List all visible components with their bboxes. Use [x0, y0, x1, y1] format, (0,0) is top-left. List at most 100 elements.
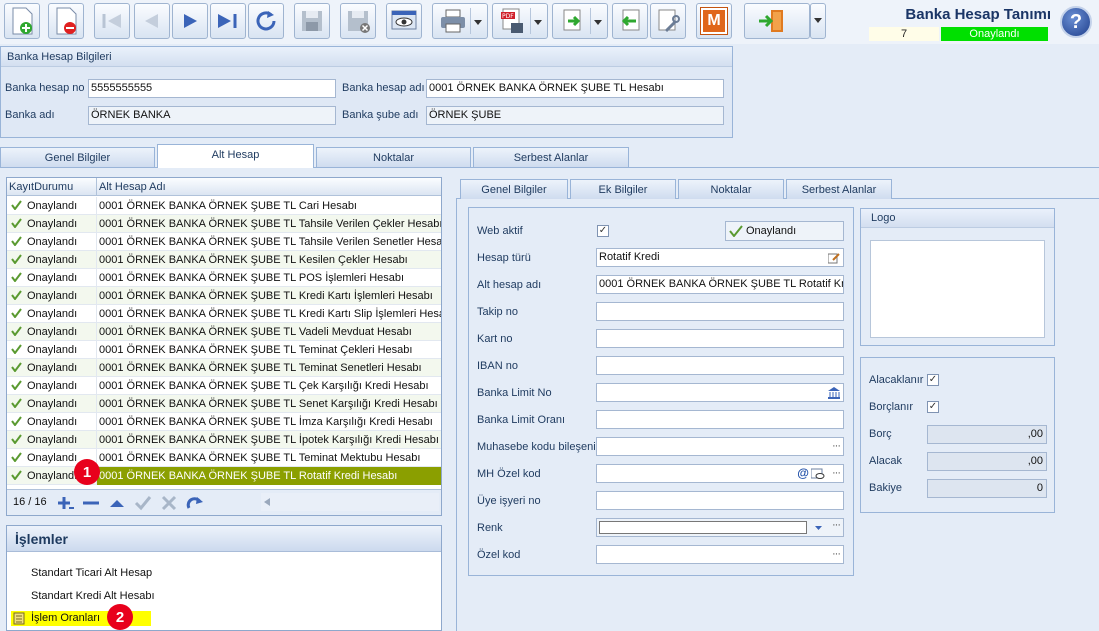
- bank-icon[interactable]: [827, 386, 841, 399]
- table-row[interactable]: Onaylandı 0001 ÖRNEK BANKA ÖRNEK ŞUBE TL …: [7, 359, 441, 377]
- settings-button[interactable]: [650, 3, 686, 39]
- next-record-button[interactable]: [172, 3, 208, 39]
- save-button[interactable]: [294, 3, 330, 39]
- preview-button[interactable]: [386, 3, 422, 39]
- operation-standard-credit[interactable]: Standart Kredi Alt Hesabı: [31, 590, 155, 602]
- help-button[interactable]: ?: [1060, 6, 1092, 38]
- ellipsis-icon[interactable]: ···: [832, 438, 841, 455]
- view-icon[interactable]: [811, 468, 825, 480]
- import-document-icon: [621, 9, 640, 31]
- tab-sub-account[interactable]: Alt Hesap: [157, 144, 314, 168]
- iban-field[interactable]: [596, 356, 844, 375]
- chevron-down-icon[interactable]: [815, 526, 822, 531]
- print-button[interactable]: [432, 3, 488, 39]
- last-record-button[interactable]: [210, 3, 246, 39]
- table-row[interactable]: Onaylandı 0001 ÖRNEK BANKA ÖRNEK ŞUBE TL …: [7, 287, 441, 305]
- checkmark-icon: [11, 416, 22, 426]
- table-row[interactable]: Onaylandı 0001 ÖRNEK BANKA ÖRNEK ŞUBE TL …: [7, 197, 441, 215]
- table-row[interactable]: Onaylandı 0001 ÖRNEK BANKA ÖRNEK ŞUBE TL …: [7, 233, 441, 251]
- table-row[interactable]: Onaylandı 0001 ÖRNEK BANKA ÖRNEK ŞUBE TL …: [7, 413, 441, 431]
- table-row[interactable]: Onaylandı 0001 ÖRNEK BANKA ÖRNEK ŞUBE TL …: [7, 431, 441, 449]
- cancel-icon[interactable]: [159, 494, 179, 512]
- scroll-left-icon[interactable]: [264, 498, 270, 506]
- horizontal-scrollbar[interactable]: [261, 493, 439, 511]
- debt-field[interactable]: ,00: [927, 425, 1047, 444]
- table-row[interactable]: Onaylandı 0001 ÖRNEK BANKA ÖRNEK ŞUBE TL …: [7, 215, 441, 233]
- checkmark-icon: [11, 398, 22, 408]
- web-active-checkbox[interactable]: ✓: [597, 225, 609, 237]
- credit-field[interactable]: ,00: [927, 452, 1047, 471]
- row-status-cell: Onaylandı: [7, 251, 96, 269]
- ellipsis-icon[interactable]: ···: [832, 519, 841, 531]
- exit-button[interactable]: [744, 3, 810, 39]
- ellipsis-icon[interactable]: ···: [832, 546, 841, 563]
- color-picker[interactable]: ···: [596, 518, 844, 537]
- special-code-field[interactable]: ···: [596, 545, 844, 564]
- save-disk-icon: [302, 11, 322, 31]
- row-status: Onaylandı: [27, 470, 78, 482]
- redo-icon[interactable]: [185, 494, 207, 512]
- table-row[interactable]: Onaylandı 0001 ÖRNEK BANKA ÖRNEK ŞUBE TL …: [7, 305, 441, 323]
- previous-record-button[interactable]: [134, 3, 170, 39]
- table-row[interactable]: Onaylandı 0001 ÖRNEK BANKA ÖRNEK ŞUBE TL …: [7, 341, 441, 359]
- accounting-code-field[interactable]: ···: [596, 437, 844, 456]
- limit-no-field[interactable]: [596, 383, 844, 402]
- move-up-icon[interactable]: [107, 494, 127, 512]
- new-record-button[interactable]: [4, 3, 40, 39]
- limit-rate-field[interactable]: [596, 410, 844, 429]
- payables-checkbox[interactable]: ✓: [927, 401, 939, 413]
- balance-field[interactable]: 0: [927, 479, 1047, 498]
- receivables-label: Alacaklanır: [869, 374, 924, 386]
- tab-points[interactable]: Noktalar: [316, 147, 471, 167]
- subtab-general-info[interactable]: Genel Bilgiler: [460, 179, 568, 199]
- import-button[interactable]: [612, 3, 648, 39]
- first-record-button[interactable]: [94, 3, 130, 39]
- account-no-field[interactable]: 5555555555: [88, 79, 336, 98]
- refresh-button[interactable]: [248, 3, 284, 39]
- list-document-icon: [13, 612, 25, 625]
- delete-record-button[interactable]: [48, 3, 84, 39]
- at-sign-icon[interactable]: @: [797, 465, 809, 482]
- logo-group: Logo: [860, 208, 1055, 346]
- column-header-status[interactable]: KayıtDurumu: [7, 178, 96, 196]
- member-no-field[interactable]: [596, 491, 844, 510]
- confirm-icon[interactable]: [133, 494, 153, 512]
- tab-general-info[interactable]: Genel Bilgiler: [0, 147, 155, 167]
- table-row[interactable]: Onaylandı 0001 ÖRNEK BANKA ÖRNEK ŞUBE TL …: [7, 377, 441, 395]
- tab-custom-fields[interactable]: Serbest Alanlar: [473, 147, 629, 167]
- account-type-field[interactable]: Rotatif Kredi: [596, 248, 844, 267]
- subtab-points[interactable]: Noktalar: [678, 179, 784, 199]
- svg-text:PDF: PDF: [502, 13, 514, 20]
- card-no-field[interactable]: [596, 329, 844, 348]
- edit-icon[interactable]: [828, 252, 840, 264]
- bank-name-field[interactable]: ÖRNEK BANKA: [88, 106, 336, 125]
- checkmark-icon: [11, 362, 22, 372]
- tracking-no-field[interactable]: [596, 302, 844, 321]
- export-pdf-button[interactable]: PDF: [492, 3, 548, 39]
- m-button[interactable]: M: [696, 3, 732, 39]
- ellipsis-icon[interactable]: ···: [832, 465, 841, 482]
- column-header-name[interactable]: Alt Hesap Adı: [96, 178, 441, 196]
- table-row[interactable]: Onaylandı 0001 ÖRNEK BANKA ÖRNEK ŞUBE TL …: [7, 449, 441, 467]
- sub-account-name-field[interactable]: 0001 ÖRNEK BANKA ÖRNEK ŞUBE TL Rotatif K…: [596, 275, 844, 294]
- exit-dropdown-button[interactable]: [810, 3, 826, 39]
- wrench-document-icon: [658, 9, 680, 33]
- operation-standard-trade[interactable]: Standart Ticari Alt Hesap: [31, 567, 152, 579]
- table-row[interactable]: Onaylandı 0001 ÖRNEK BANKA ÖRNEK ŞUBE TL …: [7, 251, 441, 269]
- receivables-checkbox[interactable]: ✓: [927, 374, 939, 386]
- remove-row-icon[interactable]: [81, 494, 101, 512]
- add-row-icon[interactable]: [55, 494, 75, 512]
- table-row[interactable]: Onaylandı 0001 ÖRNEK BANKA ÖRNEK ŞUBE TL …: [7, 269, 441, 287]
- table-row[interactable]: Onaylandı 0001 ÖRNEK BANKA ÖRNEK ŞUBE TL …: [7, 467, 441, 485]
- account-name-field[interactable]: 0001 ÖRNEK BANKA ÖRNEK ŞUBE TL Hesabı: [426, 79, 724, 98]
- table-row[interactable]: Onaylandı 0001 ÖRNEK BANKA ÖRNEK ŞUBE TL …: [7, 323, 441, 341]
- logo-image-area[interactable]: [870, 240, 1045, 338]
- mh-code-field[interactable]: @ ···: [596, 464, 844, 483]
- table-row[interactable]: Onaylandı 0001 ÖRNEK BANKA ÖRNEK ŞUBE TL …: [7, 395, 441, 413]
- branch-name-field[interactable]: ÖRNEK ŞUBE: [426, 106, 724, 125]
- save-close-button[interactable]: [340, 3, 376, 39]
- approved-indicator: Onaylandı: [725, 221, 844, 241]
- subtab-extra-info[interactable]: Ek Bilgiler: [570, 179, 676, 199]
- subtab-custom-fields[interactable]: Serbest Alanlar: [786, 179, 892, 199]
- export-button[interactable]: [552, 3, 608, 39]
